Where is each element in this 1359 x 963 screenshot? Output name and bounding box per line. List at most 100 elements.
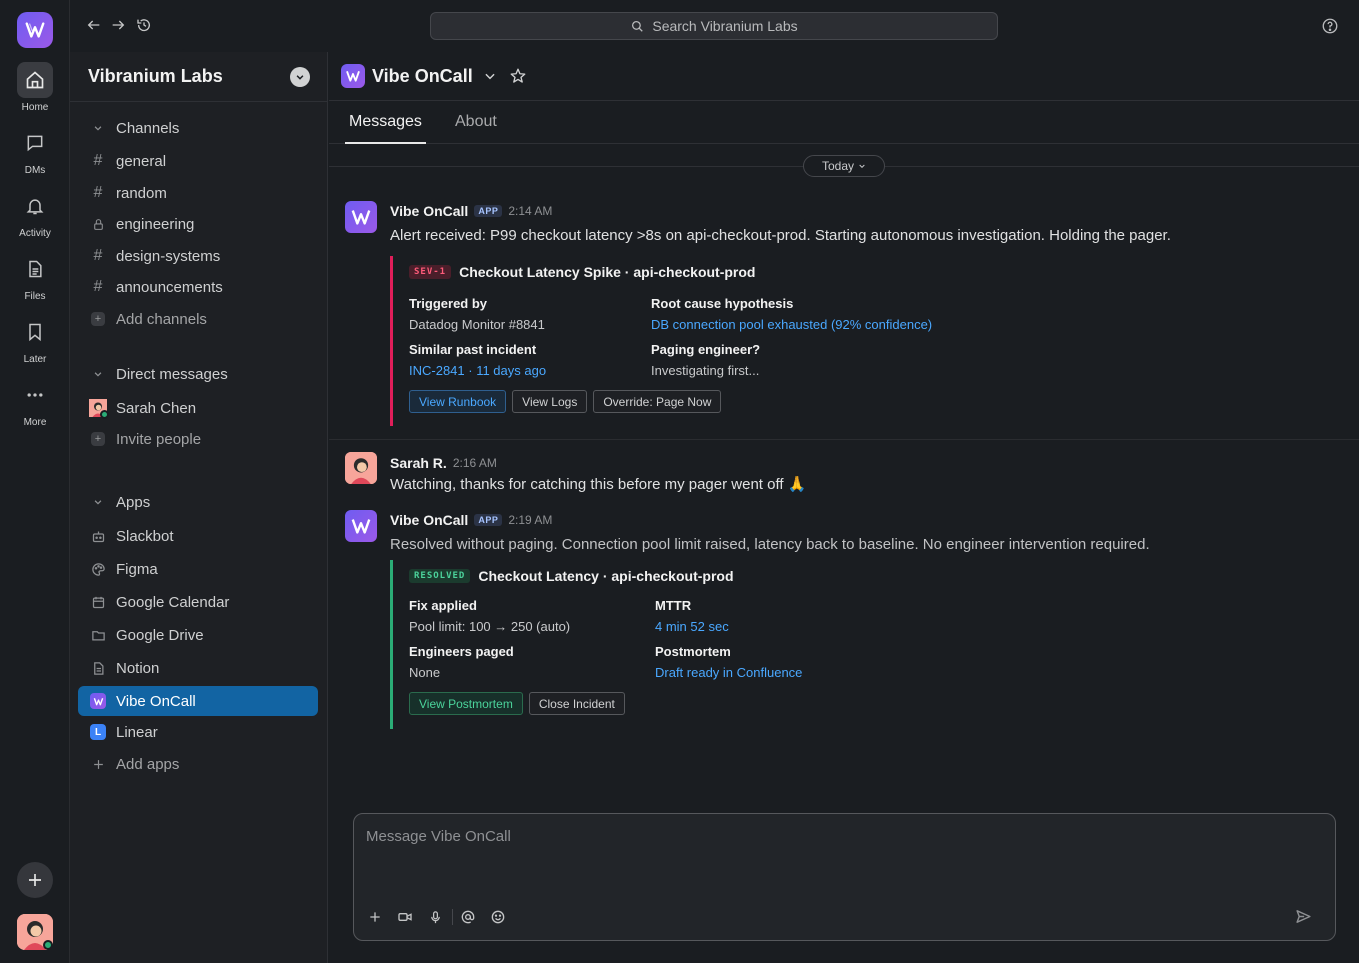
back-arrow-icon[interactable] [86,17,104,35]
chevron-down-icon [88,123,108,133]
rail-files[interactable]: Files [0,251,70,302]
sidebar-item-vibe-oncall[interactable]: Vibe OnCall [78,686,318,716]
sidebar: Vibranium Labs Channels # general # random… [70,52,328,963]
sender-name[interactable]: Vibe OnCall [390,203,468,219]
channels-section-toggle[interactable]: Channels [78,113,318,143]
rail-activity[interactable]: Activity [0,188,70,239]
sidebar-item-general[interactable]: # general [78,146,318,176]
field-mttr: MTTR 4 min 52 sec [655,598,729,634]
sender-name[interactable]: Sarah R. [390,455,447,471]
chevron-down-icon[interactable] [290,67,310,87]
invite-people-button[interactable]: + Invite people [78,424,318,454]
microphone-icon[interactable] [426,908,444,926]
channel-title[interactable]: Vibe OnCall [372,66,473,87]
hash-icon: # [93,278,103,295]
sidebar-item-engineering[interactable]: engineering [78,209,318,239]
sidebar-item-random[interactable]: # random [78,178,318,208]
star-icon[interactable] [509,67,527,85]
app-label: Google Drive [116,626,204,644]
folder-icon [88,628,108,643]
rail-more[interactable]: More [0,377,70,428]
plus-icon: + [91,312,105,326]
add-channels-label: Add channels [116,310,207,328]
vibe-oncall-avatar-icon[interactable] [345,510,377,542]
dm-header: Direct messages [116,365,228,383]
apps-section-toggle[interactable]: Apps [78,487,318,517]
create-new-button[interactable] [17,862,53,898]
postmortem-link[interactable]: Draft ready in Confluence [655,665,802,680]
rail-home[interactable]: Home [0,62,70,113]
sender-name[interactable]: Vibe OnCall [390,512,468,528]
chevron-down-icon [88,369,108,379]
rail-dms[interactable]: DMs [0,125,70,176]
mttr-link[interactable]: 4 min 52 sec [655,619,729,634]
sidebar-item-sarah-chen[interactable]: Sarah Chen [78,393,318,423]
sidebar-item-figma[interactable]: Figma [78,554,318,584]
field-label: MTTR [655,598,692,613]
incident-title: Checkout Latency · api-checkout-prod [478,568,734,584]
sidebar-item-slackbot[interactable]: Slackbot [78,521,318,551]
channel-label: general [116,152,167,170]
incident-title: Checkout Latency Spike · api-checkout-pr… [459,264,756,280]
plus-icon[interactable] [366,908,384,926]
app-label: Notion [116,659,160,677]
video-icon[interactable] [396,908,414,926]
channel-view: Vibe OnCall Messages About Today Vibe On… [329,52,1359,963]
sidebar-item-linear[interactable]: L Linear [78,717,318,747]
vibe-oncall-avatar-icon[interactable] [345,201,377,233]
timestamp[interactable]: 2:14 AM [508,204,552,218]
view-postmortem-button[interactable]: View Postmortem [409,692,523,715]
tab-about[interactable]: About [455,113,497,144]
message-divider [329,439,1359,440]
field-label: Triggered by [409,296,488,311]
root-cause-link[interactable]: DB connection pool exhausted (92% confid… [651,317,932,332]
view-runbook-button[interactable]: View Runbook [409,390,507,413]
resolved-badge: RESOLVED [409,569,471,583]
workspace-logo-icon[interactable] [17,12,53,48]
workspace-header[interactable]: Vibranium Labs [70,52,328,102]
message-text: Resolved without paging. Connection pool… [390,536,1150,553]
chevron-down-icon[interactable] [483,69,497,83]
override-page-now-button[interactable]: Override: Page Now [593,390,722,413]
top-bar: Search Vibranium Labs [70,0,1359,52]
message-composer[interactable]: Message Vibe OnCall [353,813,1336,941]
bell-icon [17,188,53,224]
rail-later[interactable]: Later [0,314,70,365]
dm-section-toggle[interactable]: Direct messages [78,359,318,389]
channel-label: random [116,184,167,202]
similar-incident-link[interactable]: INC-2841 · 11 days ago [409,363,546,378]
chevron-down-icon [88,497,108,507]
help-icon[interactable] [1321,17,1339,35]
sidebar-item-google-calendar[interactable]: Google Calendar [78,587,318,617]
close-incident-button[interactable]: Close Incident [528,692,625,715]
online-status-dot [43,940,53,950]
add-channels-button[interactable]: + Add channels [78,304,318,334]
sidebar-item-google-drive[interactable]: Google Drive [78,620,318,650]
view-logs-button[interactable]: View Logs [512,390,588,413]
add-apps-button[interactable]: Add apps [78,749,318,779]
bot-icon [88,529,108,544]
tab-messages[interactable]: Messages [345,113,426,144]
field-postmortem: Postmortem Draft ready in Confluence [655,644,802,680]
timestamp[interactable]: 2:19 AM [508,513,552,527]
sidebar-item-announcements[interactable]: # announcements [78,272,318,302]
send-icon[interactable] [1295,908,1313,926]
sidebar-item-design-systems[interactable]: # design-systems [78,241,318,271]
emoji-icon[interactable] [489,908,507,926]
composer-placeholder[interactable]: Message Vibe OnCall [366,828,511,845]
app-label: Figma [116,560,158,578]
mention-icon[interactable] [459,908,477,926]
sidebar-item-notion[interactable]: Notion [78,653,318,683]
date-divider-button[interactable]: Today [803,155,885,177]
online-status-dot [100,410,109,419]
history-icon[interactable] [136,17,154,35]
search-input[interactable]: Search Vibranium Labs [430,12,998,40]
hash-icon: # [93,184,103,201]
sarah-avatar-icon[interactable] [345,452,377,484]
forward-arrow-icon[interactable] [110,17,128,35]
chevron-down-icon [859,164,865,169]
linear-logo-icon: L [90,724,106,740]
rail-dms-label: DMs [24,165,46,176]
timestamp[interactable]: 2:16 AM [453,456,497,470]
rail-files-label: Files [24,291,46,302]
